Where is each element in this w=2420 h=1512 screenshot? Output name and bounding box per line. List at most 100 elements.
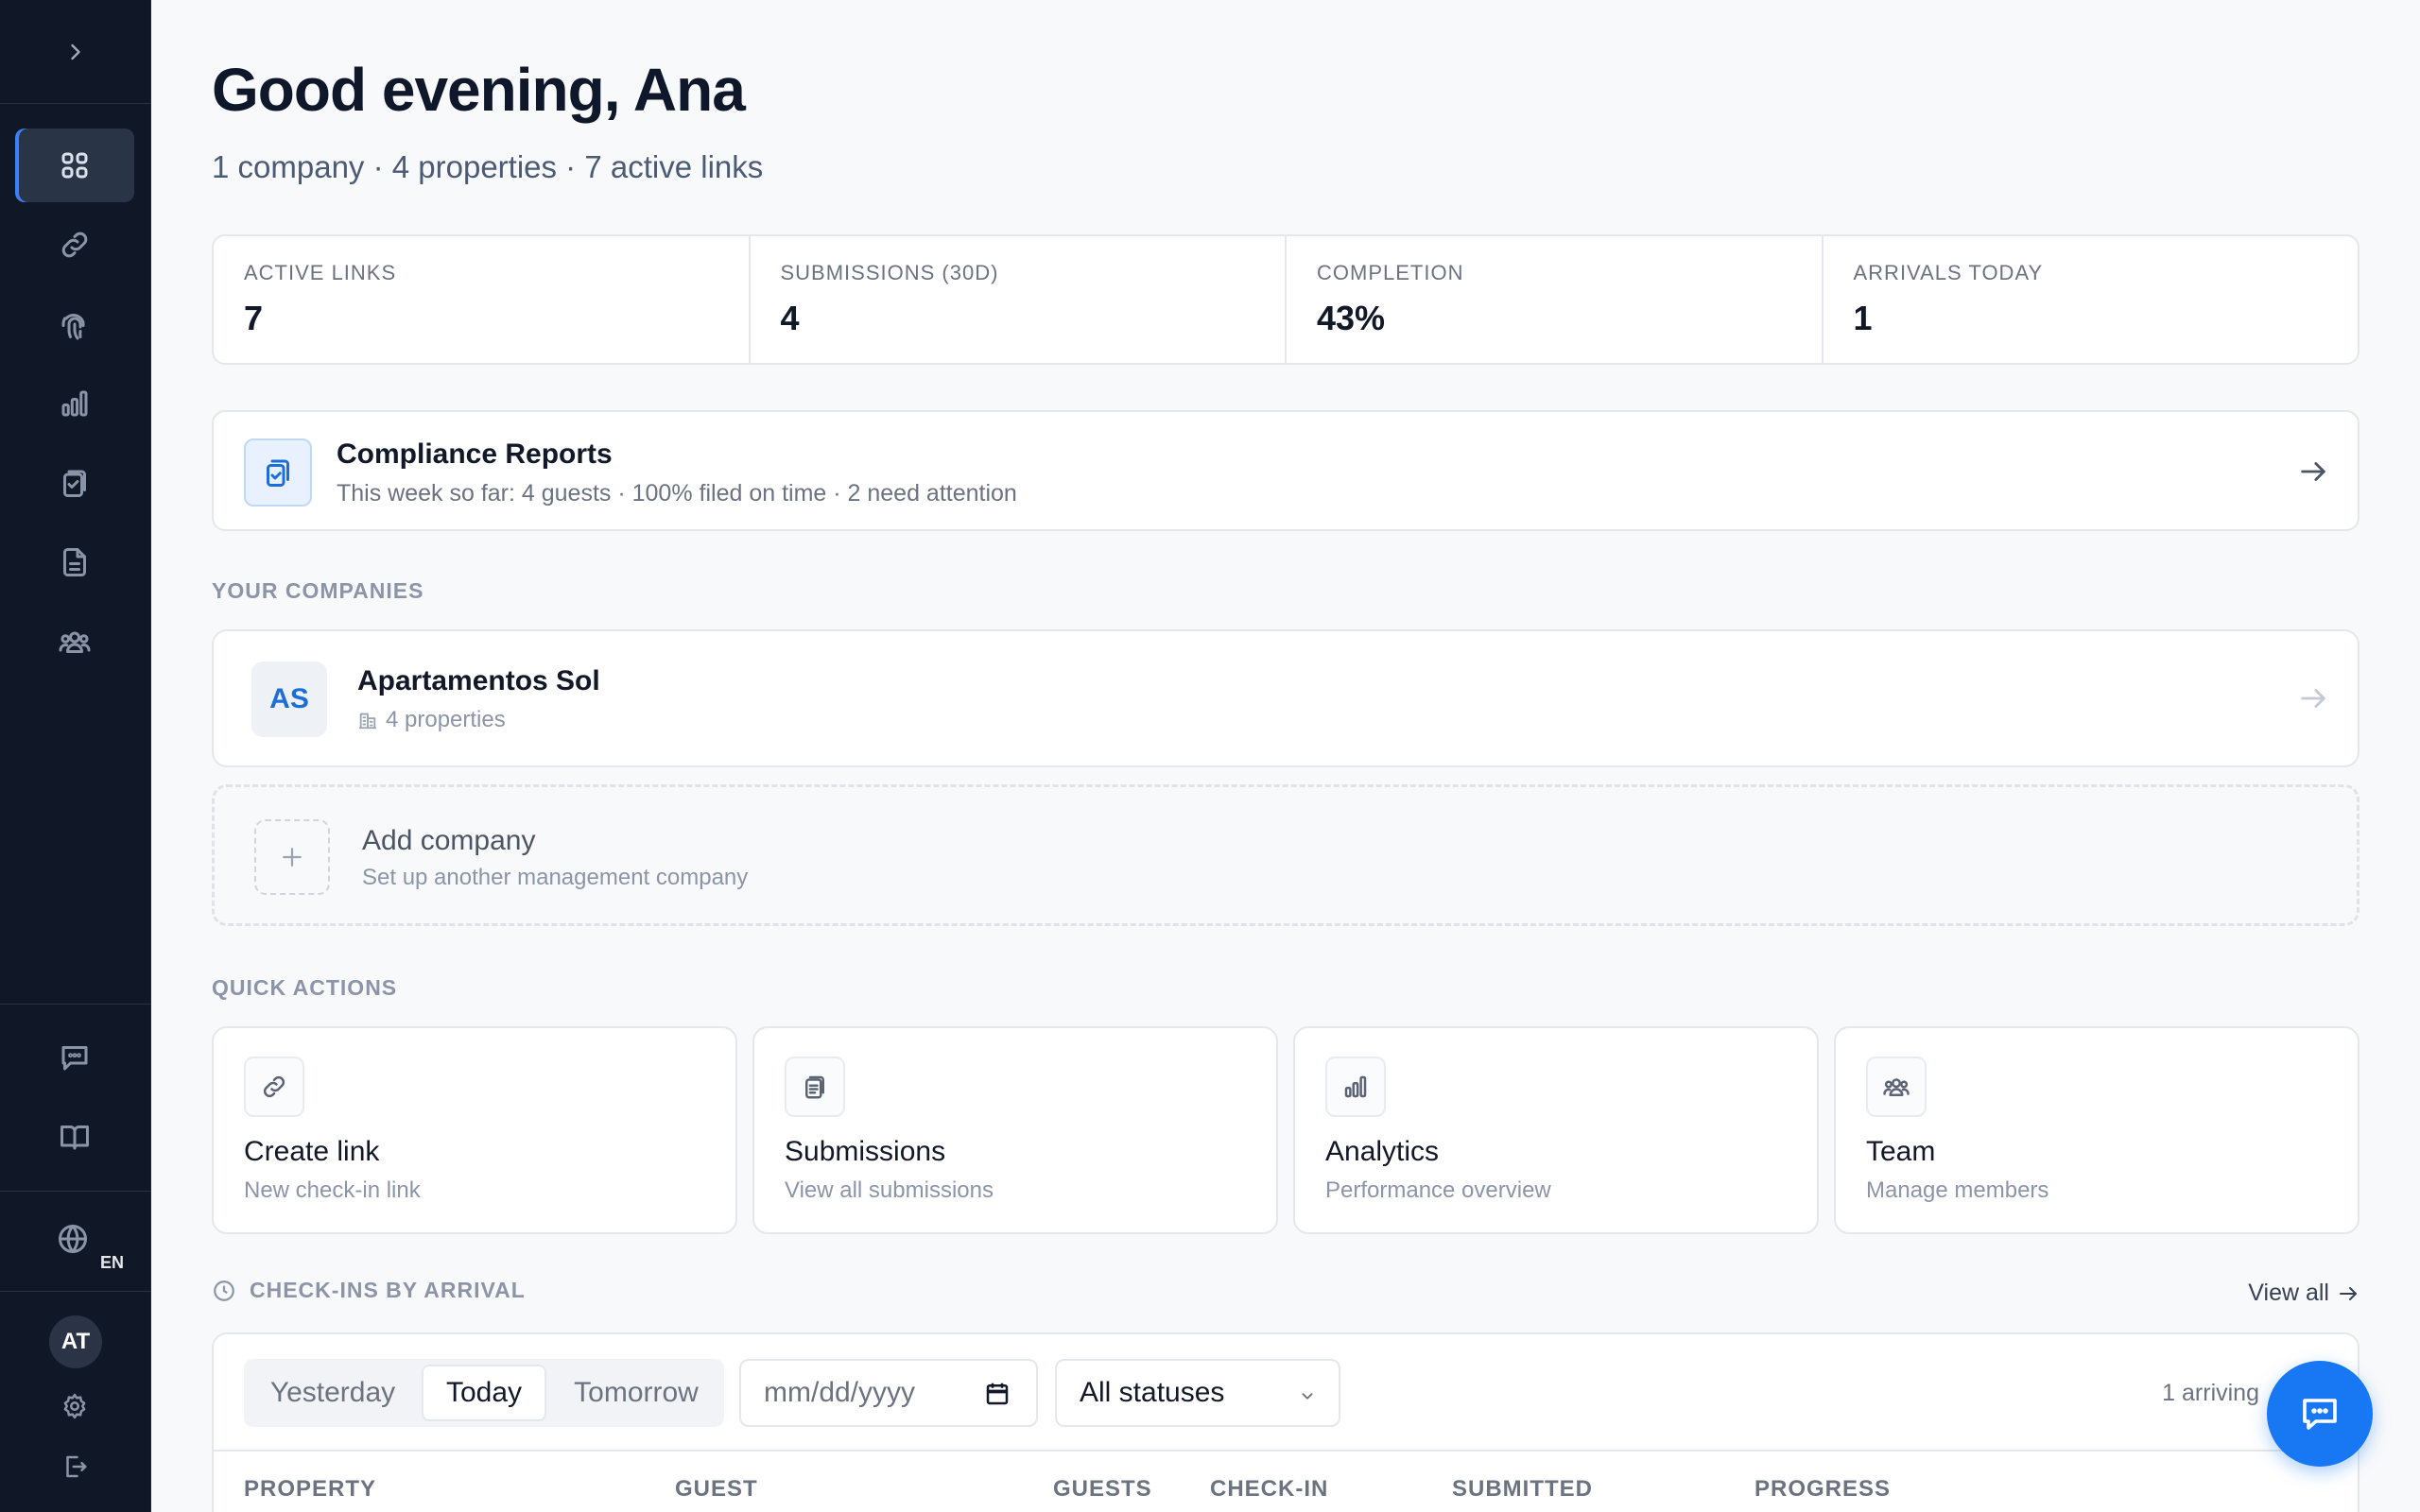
sidebar-divider (0, 1191, 151, 1192)
checkins-header: CHECK-INS BY ARRIVAL (212, 1278, 526, 1303)
stat-label: SUBMISSIONS (30D) (780, 261, 999, 284)
quick-action-analytics[interactable]: Analytics Performance overview (1293, 1026, 1819, 1234)
company-card[interactable]: AS Apartamentos Sol 4 properties (212, 629, 2360, 767)
clipboard-icon (785, 1057, 845, 1117)
stat-active-links: ACTIVE LINKS 7 (214, 236, 751, 363)
file-text-icon (63, 548, 86, 576)
company-properties-count: 4 properties (386, 707, 506, 732)
column-header-property[interactable]: PROPERTY (244, 1476, 376, 1503)
calendar-icon[interactable] (983, 1380, 1011, 1408)
company-avatar: AS (251, 662, 327, 737)
stat-value: 4 (780, 299, 800, 337)
column-header-guest[interactable]: GUEST (675, 1476, 758, 1503)
status-filter-select[interactable]: All statuses (1055, 1359, 1340, 1427)
chevron-right-icon (71, 43, 80, 60)
quick-action-title: Team (1866, 1136, 1936, 1167)
stat-value: 43% (1317, 299, 1386, 337)
bar-chart-icon (61, 390, 88, 417)
quick-actions-section-title: QUICK ACTIONS (212, 975, 398, 1000)
sidebar-item-compliance[interactable] (15, 446, 134, 520)
add-company-title: Add company (362, 825, 536, 856)
stat-label: ARRIVALS TODAY (1853, 261, 2044, 284)
stat-label: COMPLETION (1317, 261, 1464, 284)
compliance-title: Compliance Reports (337, 438, 613, 470)
quick-action-title: Submissions (785, 1136, 946, 1167)
view-all-label: View all (2248, 1280, 2329, 1306)
quick-action-title: Create link (244, 1136, 380, 1167)
users-icon (1866, 1057, 1927, 1117)
arrow-right-icon (2297, 682, 2329, 719)
stat-value: 1 (1853, 299, 1873, 337)
quick-action-subtitle: New check-in link (244, 1177, 421, 1203)
book-icon (60, 1125, 89, 1150)
logout-button[interactable] (15, 1429, 134, 1504)
sidebar: EN AT (0, 0, 151, 1512)
message-icon (61, 1046, 88, 1071)
sidebar-item-documents[interactable] (15, 525, 134, 599)
link-icon (61, 232, 88, 258)
logout-icon (66, 1455, 87, 1478)
quick-action-subtitle: Manage members (1866, 1177, 2049, 1203)
clock-icon (214, 1280, 234, 1301)
stat-completion: COMPLETION 43% (1287, 236, 1824, 363)
language-code: EN (100, 1253, 125, 1272)
stat-submissions: SUBMISSIONS (30D) 4 (751, 236, 1287, 363)
arrow-right-icon (2297, 455, 2329, 492)
checkins-section-title: CHECK-INS BY ARRIVAL (250, 1278, 526, 1302)
quick-action-subtitle: Performance overview (1325, 1177, 1551, 1203)
clipboard-check-icon (63, 470, 86, 497)
user-avatar[interactable]: AT (49, 1315, 102, 1368)
arriving-count: 1 arriving (2162, 1380, 2259, 1406)
sidebar-item-identity[interactable] (15, 287, 134, 361)
status-filter-value: All statuses (1080, 1377, 1225, 1408)
compliance-reports-card[interactable]: Compliance Reports This week so far: 4 g… (212, 410, 2360, 531)
users-icon (59, 631, 91, 653)
column-header-guests[interactable]: GUESTS (1053, 1476, 1152, 1503)
tab-tomorrow[interactable]: Tomorrow (552, 1365, 720, 1421)
day-tabs: Yesterday Today Tomorrow (244, 1359, 724, 1427)
tab-today[interactable]: Today (422, 1365, 546, 1421)
stat-label: ACTIVE LINKS (244, 261, 397, 284)
column-header-check-in[interactable]: CHECK-IN (1210, 1476, 1328, 1503)
column-header-submitted[interactable]: SUBMITTED (1452, 1476, 1593, 1503)
account-summary: 1 company · 4 properties · 7 active link… (212, 149, 764, 184)
sidebar-item-analytics[interactable] (15, 367, 134, 440)
quick-action-title: Analytics (1325, 1136, 1440, 1167)
sidebar-divider (0, 1004, 151, 1005)
globe-icon (59, 1225, 87, 1253)
companies-section-title: YOUR COMPANIES (212, 578, 424, 603)
bar-chart-icon (1325, 1057, 1386, 1117)
stats-bar: ACTIVE LINKS 7 SUBMISSIONS (30D) 4 COMPL… (212, 234, 2360, 365)
chevron-down-icon (1302, 1393, 1313, 1400)
sidebar-item-guide[interactable] (15, 1100, 134, 1174)
plus-icon (254, 819, 330, 895)
chat-support-button[interactable] (2267, 1361, 2373, 1467)
checkins-table-card: Yesterday Today Tomorrow mm/dd/yyyy All … (212, 1332, 2360, 1512)
company-properties: 4 properties (357, 707, 506, 733)
view-all-link[interactable]: View all (2248, 1280, 2360, 1307)
quick-action-create-link[interactable]: Create link New check-in link (212, 1026, 737, 1234)
sidebar-divider (0, 1291, 151, 1292)
clipboard-check-icon (244, 438, 312, 507)
fingerprint-icon (61, 314, 85, 340)
tab-yesterday[interactable]: Yesterday (250, 1365, 416, 1421)
link-icon (244, 1057, 304, 1117)
table-divider (214, 1450, 2358, 1452)
quick-actions-grid: Create link New check-in link Submission… (212, 1026, 2360, 1234)
gear-icon (63, 1393, 86, 1419)
quick-action-subtitle: View all submissions (785, 1177, 994, 1203)
stat-arrivals-today: ARRIVALS TODAY 1 (1824, 236, 2359, 363)
quick-action-submissions[interactable]: Submissions View all submissions (752, 1026, 1278, 1234)
sidebar-expand-button[interactable] (0, 0, 151, 104)
date-input[interactable]: mm/dd/yyyy (739, 1359, 1038, 1427)
sidebar-item-dashboard[interactable] (15, 129, 134, 202)
add-company-button[interactable]: Add company Set up another management co… (212, 784, 2360, 926)
quick-action-team[interactable]: Team Manage members (1834, 1026, 2360, 1234)
column-header-progress[interactable]: PROGRESS (1754, 1476, 1891, 1503)
stat-value: 7 (244, 299, 264, 337)
sidebar-item-links[interactable] (15, 208, 134, 282)
date-placeholder: mm/dd/yyyy (764, 1377, 916, 1408)
sidebar-item-team[interactable] (15, 605, 134, 679)
sidebar-item-messages[interactable] (15, 1021, 134, 1094)
building-icon (358, 713, 377, 730)
